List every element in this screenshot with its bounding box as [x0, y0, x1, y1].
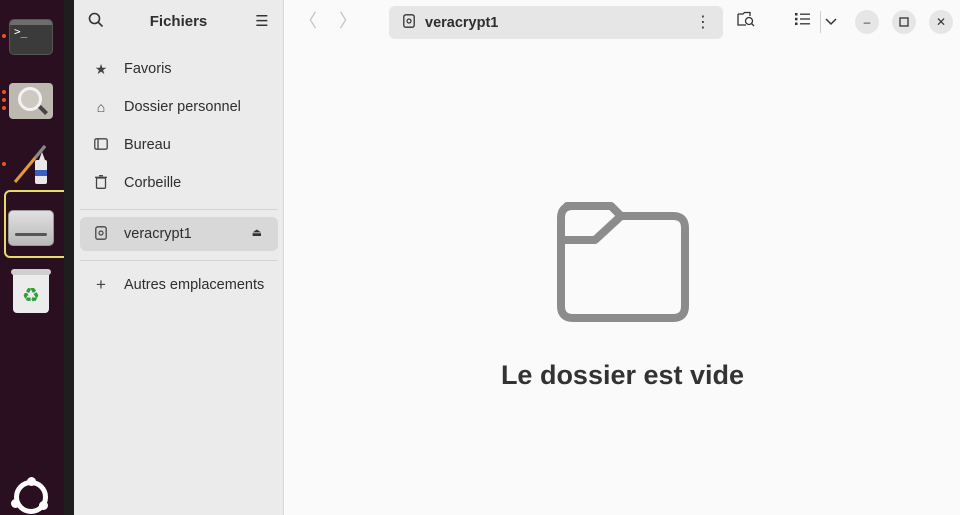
sidebar-item-label: Autres emplacements	[124, 277, 265, 293]
forward-button[interactable]: 〉	[336, 10, 360, 34]
running-indicator	[2, 34, 6, 38]
sidebar-item-veracrypt1[interactable]: veracrypt1 ⏏	[80, 217, 278, 251]
minimize-button[interactable]: –	[855, 10, 879, 34]
close-button[interactable]: ✕	[929, 10, 953, 34]
sidebar-header: Fichiers ☰	[74, 0, 283, 44]
dock-separator	[64, 0, 74, 515]
drive-icon	[92, 225, 110, 243]
path-bar[interactable]: veracrypt1 ⋮	[389, 6, 723, 39]
hamburger-menu-icon[interactable]: ☰	[252, 12, 272, 32]
star-icon: ★	[94, 60, 108, 77]
sidebar-item-home[interactable]: ⌂ Dossier personnel	[80, 90, 278, 124]
sidebar-item-label: Favoris	[124, 61, 172, 77]
dock-trash[interactable]: ♻	[8, 268, 54, 314]
path-label: veracrypt1	[425, 14, 499, 31]
header-bar: 〈 〉 veracrypt1 ⋮ – ✕	[285, 0, 960, 44]
sidebar-item-label: Bureau	[124, 137, 171, 153]
recycle-bin-icon: ♻	[11, 269, 51, 313]
sidebar-item-label: veracrypt1	[124, 226, 192, 242]
sidebar-item-desktop[interactable]: Bureau	[80, 128, 278, 162]
dock-search[interactable]	[8, 78, 54, 124]
dock-terminal[interactable]: >_	[8, 14, 54, 60]
running-indicator	[2, 162, 6, 166]
eject-icon[interactable]: ⏏	[252, 226, 262, 239]
dock-paint[interactable]	[8, 141, 54, 187]
drive-icon	[403, 14, 415, 31]
sidebar-divider	[80, 209, 278, 210]
maximize-button[interactable]	[892, 10, 916, 34]
back-button[interactable]: 〈	[296, 10, 320, 34]
search-folder-icon[interactable]	[735, 11, 757, 33]
sidebar-item-label: Corbeille	[124, 175, 182, 191]
running-indicator	[2, 98, 6, 102]
terminal-icon: >_	[9, 19, 53, 55]
desktop-icon	[92, 137, 110, 153]
path-menu-icon[interactable]: ⋮	[695, 12, 711, 32]
show-apps-ubuntu-icon[interactable]	[11, 477, 48, 514]
paint-brush-icon	[13, 145, 47, 184]
home-icon: ⌂	[96, 99, 106, 115]
main-content: 〈 〉 veracrypt1 ⋮ – ✕ Le dossier est vide	[285, 0, 960, 515]
magnifier-icon	[9, 83, 53, 119]
trash-icon	[92, 174, 110, 192]
sidebar-item-favoris[interactable]: ★ Favoris	[80, 52, 278, 86]
chevron-down-icon[interactable]	[820, 11, 842, 33]
empty-state-message: Le dossier est vide	[500, 360, 745, 390]
sidebar-item-other-locations[interactable]: + Autres emplacements	[80, 268, 278, 302]
running-indicator	[2, 90, 6, 94]
sidebar-item-trash[interactable]: Corbeille	[80, 166, 278, 200]
empty-folder-icon	[555, 200, 691, 329]
running-indicator	[2, 106, 6, 110]
sidebar-divider	[80, 260, 278, 261]
plus-icon: +	[96, 275, 106, 294]
list-view-icon[interactable]	[792, 11, 814, 33]
sidebar-item-label: Dossier personnel	[124, 99, 241, 115]
sidebar: Fichiers ☰ ★ Favoris ⌂ Dossier personnel…	[74, 0, 284, 515]
